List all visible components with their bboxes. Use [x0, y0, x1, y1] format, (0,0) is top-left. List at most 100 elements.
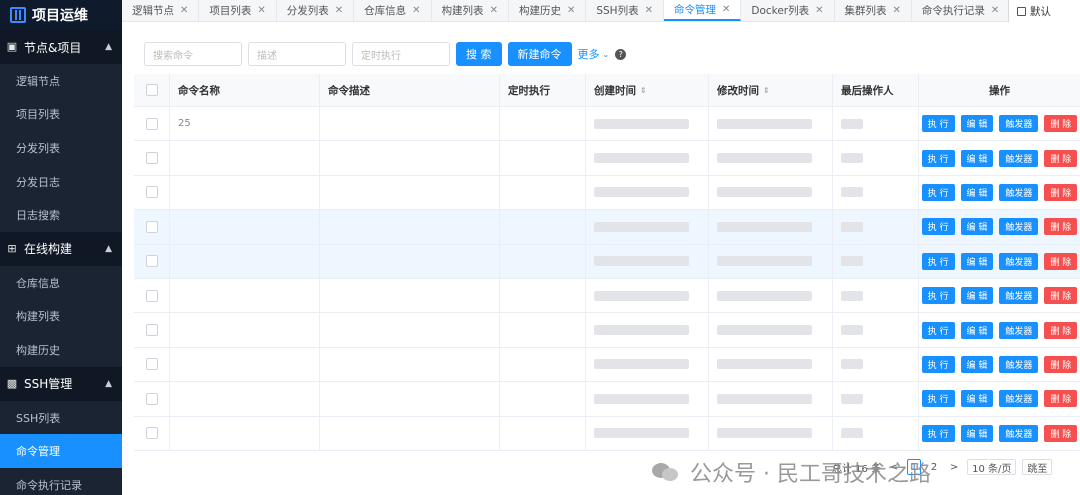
execute-button[interactable]: 执 行 — [921, 183, 955, 201]
sidebar-group-nodes[interactable]: ▣ 节点&项目 ▲ — [0, 30, 122, 64]
sort-icon[interactable]: ⇕ — [763, 86, 770, 95]
trigger-button[interactable]: 触发器 — [999, 252, 1039, 270]
trigger-button[interactable]: 触发器 — [999, 149, 1039, 167]
delete-button[interactable]: 删 除 — [1044, 424, 1078, 442]
tab-repo-info[interactable]: 仓库信息 ✕ — [354, 0, 432, 21]
delete-button[interactable]: 删 除 — [1044, 321, 1078, 339]
edit-button[interactable]: 编 辑 — [960, 149, 994, 167]
close-icon[interactable]: ✕ — [335, 5, 343, 16]
delete-button[interactable]: 删 除 — [1044, 252, 1078, 270]
description-input[interactable]: 描述 — [248, 42, 346, 66]
trigger-button[interactable]: 触发器 — [999, 218, 1039, 236]
edit-button[interactable]: 编 辑 — [960, 355, 994, 373]
next-page-button[interactable]: > — [947, 459, 961, 475]
tab-docker-list[interactable]: Docker列表 ✕ — [741, 0, 835, 21]
edit-button[interactable]: 编 辑 — [960, 252, 994, 270]
new-command-button[interactable]: 新建命令 — [507, 42, 572, 66]
tab-ssh-list[interactable]: SSH列表 ✕ — [586, 0, 664, 21]
table-row[interactable]: 执 行编 辑触发器删 除 — [134, 278, 1080, 314]
goto-page-input[interactable]: 跳至 — [1022, 459, 1053, 475]
delete-button[interactable]: 删 除 — [1044, 149, 1078, 167]
trigger-button[interactable]: 触发器 — [999, 355, 1039, 373]
trigger-button[interactable]: 触发器 — [999, 287, 1039, 305]
execute-button[interactable]: 执 行 — [921, 115, 955, 133]
close-icon[interactable]: ✕ — [893, 5, 901, 16]
sidebar-item-ssh-list[interactable]: SSH列表 — [0, 400, 122, 435]
row-checkbox[interactable] — [134, 175, 170, 210]
default-workspace-button[interactable]: 默认 — [1008, 0, 1080, 22]
close-icon[interactable]: ✕ — [567, 5, 575, 16]
close-icon[interactable]: ✕ — [645, 5, 653, 16]
sidebar-item-log-search[interactable]: 日志搜索 — [0, 198, 122, 232]
edit-button[interactable]: 编 辑 — [960, 287, 994, 305]
search-button[interactable]: 搜 索 — [456, 42, 502, 66]
table-row[interactable]: 执 行编 辑触发器删 除 — [134, 244, 1080, 279]
delete-button[interactable]: 删 除 — [1044, 183, 1078, 201]
tab-logic-node[interactable]: 逻辑节点 ✕ — [122, 0, 200, 21]
sidebar-item-logic-node[interactable]: 逻辑节点 — [0, 64, 122, 98]
delete-button[interactable]: 删 除 — [1044, 218, 1078, 236]
edit-button[interactable]: 编 辑 — [960, 390, 994, 408]
close-icon[interactable]: ✕ — [490, 5, 498, 16]
row-checkbox[interactable] — [134, 382, 170, 416]
edit-button[interactable]: 编 辑 — [960, 321, 994, 339]
command-search-input[interactable]: 搜索命令 — [144, 42, 242, 66]
sidebar-item-command-log[interactable]: 命令执行记录 — [0, 467, 122, 495]
sidebar-item-repo-info[interactable]: 仓库信息 — [0, 265, 122, 300]
execute-button[interactable]: 执 行 — [921, 287, 955, 305]
execute-button[interactable]: 执 行 — [921, 390, 955, 408]
table-row[interactable]: 25 执 行编 辑触发器删 除 — [134, 107, 1080, 142]
sidebar-group-ssh[interactable]: ▩ SSH管理 ▲ — [0, 366, 122, 401]
table-row[interactable]: 执 行编 辑触发器删 除 — [134, 210, 1080, 245]
execute-button[interactable]: 执 行 — [921, 149, 955, 167]
execute-button[interactable]: 执 行 — [921, 355, 955, 373]
cron-input[interactable]: 定时执行 — [352, 42, 450, 66]
sidebar-item-dispatch-list[interactable]: 分发列表 — [0, 131, 122, 165]
delete-button[interactable]: 删 除 — [1044, 355, 1078, 373]
execute-button[interactable]: 执 行 — [921, 424, 955, 442]
row-checkbox[interactable] — [134, 313, 170, 347]
tab-command-log[interactable]: 命令执行记录 ✕ — [911, 0, 1011, 21]
table-row[interactable]: 执 行编 辑触发器删 除 — [134, 313, 1080, 348]
edit-button[interactable]: 编 辑 — [960, 218, 994, 236]
trigger-button[interactable]: 触发器 — [999, 115, 1039, 133]
row-checkbox[interactable] — [134, 244, 170, 278]
col-modified-time[interactable]: 修改时间 ⇕ — [709, 74, 833, 106]
sidebar-group-build[interactable]: ⊞ 在线构建 ▲ — [0, 231, 122, 266]
row-checkbox[interactable] — [134, 416, 170, 450]
trigger-button[interactable]: 触发器 — [999, 390, 1039, 408]
execute-button[interactable]: 执 行 — [921, 252, 955, 270]
tab-dispatch-list[interactable]: 分发列表 ✕ — [276, 0, 355, 21]
tab-project-list[interactable]: 项目列表 ✕ — [199, 0, 277, 21]
edit-button[interactable]: 编 辑 — [960, 183, 994, 201]
page-size-select[interactable]: 10 条/页 — [967, 459, 1017, 475]
close-icon[interactable]: ✕ — [991, 5, 999, 16]
trigger-button[interactable]: 触发器 — [999, 321, 1039, 339]
delete-button[interactable]: 删 除 — [1044, 115, 1078, 133]
table-row[interactable]: 执 行编 辑触发器删 除 — [134, 141, 1080, 176]
close-icon[interactable]: ✕ — [180, 5, 188, 16]
trigger-button[interactable]: 触发器 — [999, 424, 1039, 442]
close-icon[interactable]: ✕ — [412, 5, 420, 16]
select-all-checkbox[interactable] — [134, 74, 170, 106]
row-checkbox[interactable] — [134, 347, 170, 382]
table-row[interactable]: 执 行编 辑触发器删 除 — [134, 416, 1080, 451]
sidebar-item-project-list[interactable]: 项目列表 — [0, 97, 122, 132]
edit-button[interactable]: 编 辑 — [960, 424, 994, 442]
tab-build-history[interactable]: 构建历史 ✕ — [508, 0, 587, 21]
table-row[interactable]: 执 行编 辑触发器删 除 — [134, 382, 1080, 417]
tab-cluster-list[interactable]: 集群列表 ✕ — [834, 0, 912, 21]
tab-command-manage[interactable]: 命令管理 ✕ — [663, 0, 742, 21]
row-checkbox[interactable] — [134, 141, 170, 175]
close-icon[interactable]: ✕ — [257, 5, 265, 16]
help-icon[interactable]: ? — [615, 48, 627, 60]
table-row[interactable]: 执 行编 辑触发器删 除 — [134, 175, 1080, 211]
table-row[interactable]: 执 行编 辑触发器删 除 — [134, 347, 1080, 383]
tab-build-list[interactable]: 构建列表 ✕ — [431, 0, 509, 21]
more-dropdown[interactable]: 更多 ⌄ — [578, 46, 610, 62]
close-icon[interactable]: ✕ — [722, 4, 730, 15]
delete-button[interactable]: 删 除 — [1044, 390, 1078, 408]
delete-button[interactable]: 删 除 — [1044, 287, 1078, 305]
sidebar-item-dispatch-log[interactable]: 分发日志 — [0, 164, 122, 199]
row-checkbox[interactable] — [134, 107, 170, 141]
